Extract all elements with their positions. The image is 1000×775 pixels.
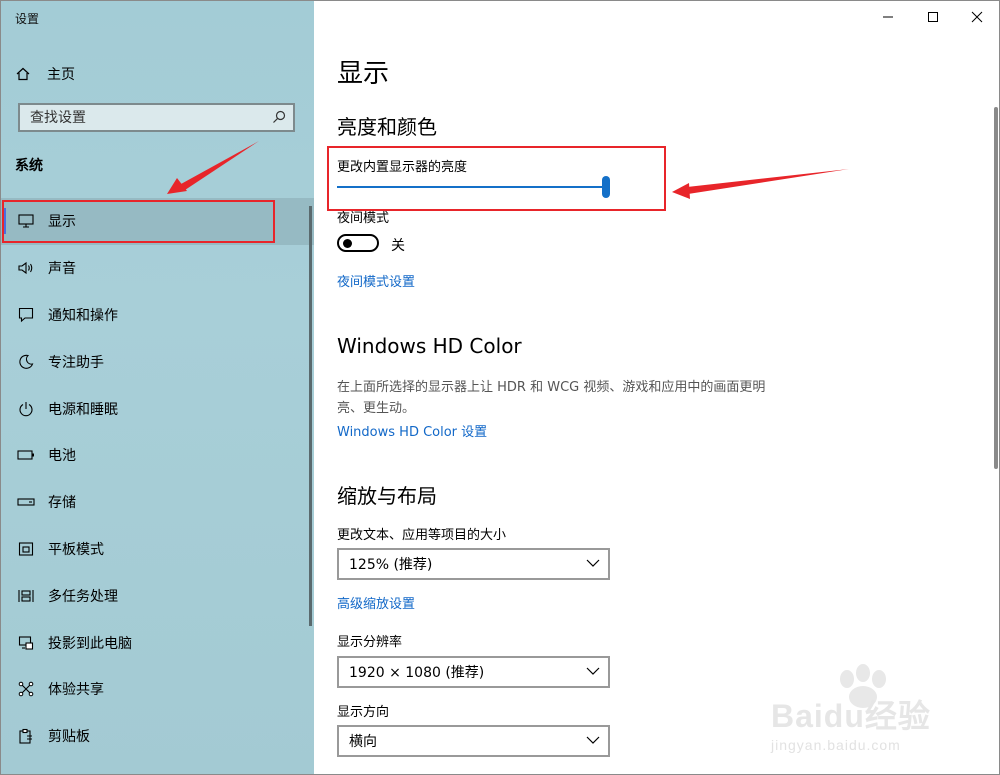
annotation-arrow-brightness	[687, 169, 849, 194]
annotation-arrow-sidebar	[181, 141, 259, 190]
annotation-arrows	[167, 141, 849, 199]
watermark-url: jingyan.baidu.com	[771, 737, 901, 753]
annotation-arrow-brightness-head	[672, 183, 690, 199]
settings-window: 设置 主页 系统 显示 声音 通知和操作 专注	[0, 0, 1000, 775]
watermark-brand: Baidu经验	[771, 698, 931, 734]
